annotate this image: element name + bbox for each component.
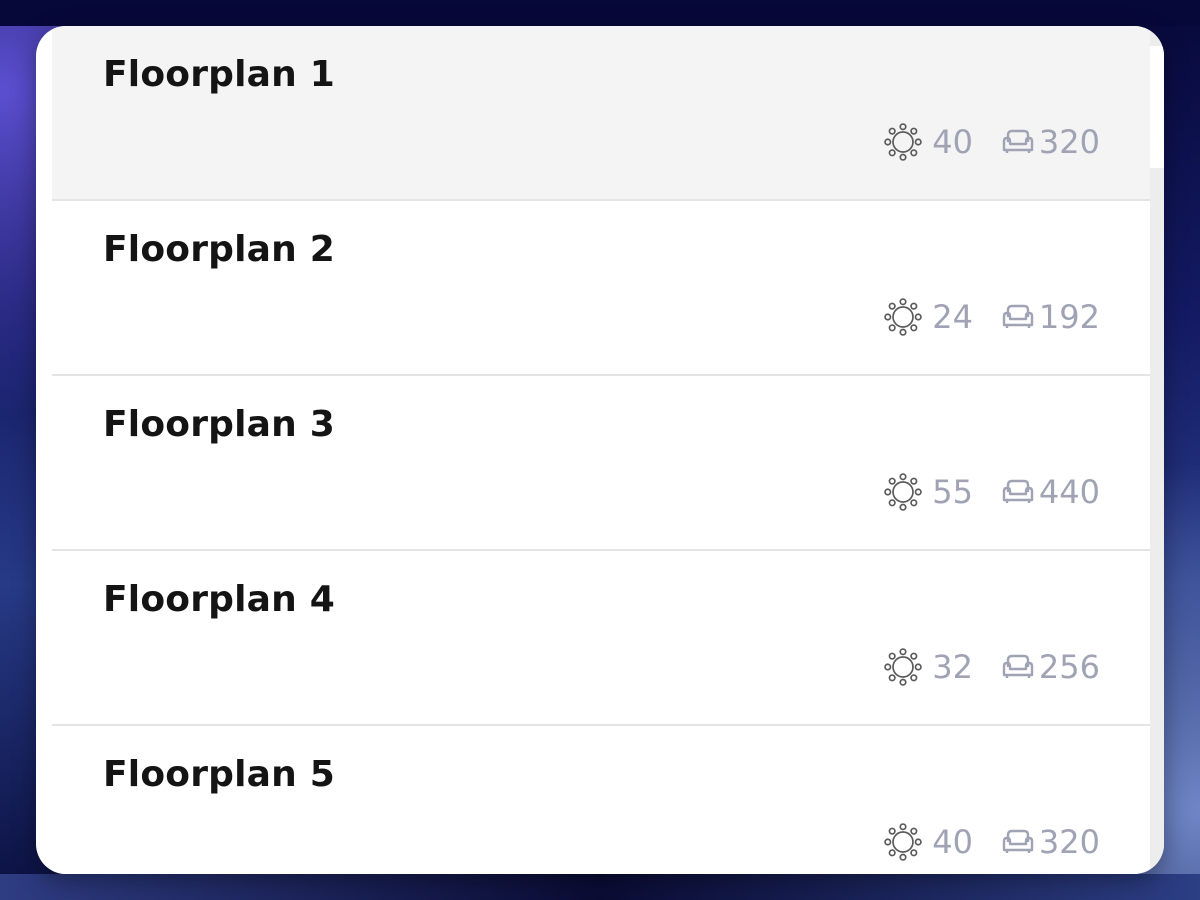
floorplan-item[interactable]: Floorplan 5 40 320 xyxy=(52,726,1150,874)
list-scrollbar[interactable] xyxy=(1150,26,1164,874)
round-table-icon xyxy=(884,298,922,336)
tables-count: 40 xyxy=(932,123,973,161)
desktop-background-bottom xyxy=(0,874,1200,900)
floorplan-item[interactable]: Floorplan 4 32 256 xyxy=(52,551,1150,726)
seats-count: 320 xyxy=(1038,823,1100,861)
floorplan-name: Floorplan 4 xyxy=(103,579,335,620)
scrollbar-thumb[interactable] xyxy=(1150,46,1164,168)
round-table-icon xyxy=(884,473,922,511)
armchair-icon xyxy=(1002,829,1034,853)
floorplan-meta: 40 320 xyxy=(882,122,1100,162)
seats-count: 192 xyxy=(1038,298,1100,336)
round-table-icon xyxy=(884,123,922,161)
tables-count: 24 xyxy=(932,298,973,336)
floorplan-meta: 24 192 xyxy=(882,297,1100,337)
floorplan-meta: 32 256 xyxy=(882,647,1100,687)
floorplan-meta: 55 440 xyxy=(882,472,1100,512)
floorplan-item[interactable]: Floorplan 1 40 320 xyxy=(52,26,1150,201)
round-table-icon xyxy=(884,648,922,686)
floorplan-item[interactable]: Floorplan 2 24 192 xyxy=(52,201,1150,376)
floorplan-list[interactable]: Floorplan 1 40 320 Floorplan 2 24 192 Fl… xyxy=(52,26,1150,874)
floorplan-name: Floorplan 1 xyxy=(103,54,335,95)
tables-count: 32 xyxy=(932,648,973,686)
seats-count: 320 xyxy=(1038,123,1100,161)
tables-count: 55 xyxy=(932,473,973,511)
tables-count: 40 xyxy=(932,823,973,861)
floorplan-meta: 40 320 xyxy=(882,822,1100,862)
floorplan-name: Floorplan 3 xyxy=(103,404,335,445)
seats-count: 256 xyxy=(1038,648,1100,686)
floorplan-name: Floorplan 5 xyxy=(103,754,335,795)
armchair-icon xyxy=(1002,654,1034,678)
armchair-icon xyxy=(1002,479,1034,503)
armchair-icon xyxy=(1002,129,1034,153)
floorplan-item[interactable]: Floorplan 3 55 440 xyxy=(52,376,1150,551)
seats-count: 440 xyxy=(1038,473,1100,511)
armchair-icon xyxy=(1002,304,1034,328)
desktop-background xyxy=(0,0,1200,26)
round-table-icon xyxy=(884,823,922,861)
floorplan-name: Floorplan 2 xyxy=(103,229,335,270)
floorplan-popover: Floorplan 1 40 320 Floorplan 2 24 192 Fl… xyxy=(36,26,1164,874)
